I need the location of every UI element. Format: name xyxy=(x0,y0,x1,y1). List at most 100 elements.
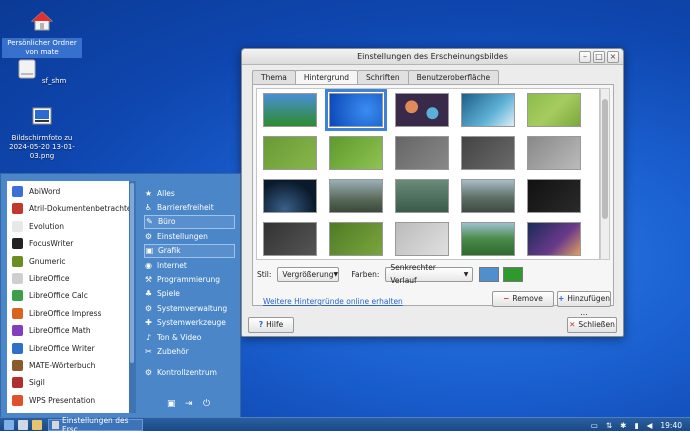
network-icon[interactable]: ⇅ xyxy=(606,421,612,430)
desktop-icon-label: Bildschirmfoto zu 2024-05-20 13-01-03.pn… xyxy=(9,134,75,160)
wallpaper-thumb[interactable] xyxy=(527,179,581,213)
app-item[interactable]: Gnumeric xyxy=(7,253,129,270)
wallpaper-thumb[interactable] xyxy=(461,222,515,256)
category-item[interactable]: ✚ Systemwerkzeuge xyxy=(144,316,235,330)
app-item[interactable]: Sigil xyxy=(7,374,129,391)
app-item[interactable]: FocusWriter xyxy=(7,235,129,252)
battery-icon[interactable]: ▮ xyxy=(634,421,638,430)
category-item[interactable]: ⚙ Einstellungen xyxy=(144,229,235,243)
add-button[interactable]: + Hinzufügen ... xyxy=(557,291,611,317)
lock-screen-icon[interactable]: ▣ xyxy=(167,399,176,409)
category-icon: ▣ xyxy=(145,246,154,256)
appearance-preferences-window: Einstellungen des Erscheinungsbildes – □… xyxy=(241,48,624,337)
category-icon: ♣ xyxy=(144,289,153,299)
desktop-icon-screenshot[interactable]: Bildschirmfoto zu 2024-05-20 13-01-03.pn… xyxy=(2,105,82,162)
wallpaper-thumb[interactable] xyxy=(461,93,515,127)
chevron-down-icon: ▼ xyxy=(333,270,339,278)
wallpaper-thumb[interactable] xyxy=(395,179,449,213)
close-window-button[interactable]: × xyxy=(607,51,619,63)
wallpaper-thumb[interactable] xyxy=(263,179,317,213)
show-desktop-icon[interactable] xyxy=(18,419,28,430)
power-icon[interactable]: ⏻ xyxy=(203,399,210,409)
wallpaper-thumb[interactable] xyxy=(461,136,515,170)
more-backgrounds-link[interactable]: Weitere Hintergründe online erhalten xyxy=(263,297,403,306)
help-button[interactable]: ? Hilfe xyxy=(248,317,294,333)
close-button[interactable]: ✕ Schließen xyxy=(567,317,617,333)
wallpaper-thumb[interactable] xyxy=(527,222,581,256)
logout-icon[interactable]: ⇥ xyxy=(185,399,193,409)
app-item[interactable]: LibreOffice xyxy=(7,270,129,287)
wallpaper-thumb[interactable] xyxy=(329,179,383,213)
wallpaper-gallery[interactable] xyxy=(256,88,600,260)
wallpaper-thumb[interactable] xyxy=(527,93,581,127)
category-item[interactable]: ▣ Grafik xyxy=(144,243,235,258)
category-icon: ⚙ xyxy=(144,231,153,241)
tab-hintergrund[interactable]: Hintergrund xyxy=(294,70,358,85)
maximize-button[interactable]: □ xyxy=(593,51,605,63)
wallpaper-thumb[interactable] xyxy=(329,222,383,256)
wallpaper-thumb[interactable] xyxy=(395,93,449,127)
evolution-icon xyxy=(12,220,23,232)
window-titlebar[interactable]: Einstellungen des Erscheinungsbildes – □… xyxy=(242,49,623,65)
category-label: Barrierefreiheit xyxy=(157,202,214,212)
desktop-icon-label: Persönlicher Ordner von mate xyxy=(2,38,82,58)
category-item[interactable]: ⚙ Systemverwaltung xyxy=(144,301,235,315)
category-item[interactable]: ◉ Internet xyxy=(144,258,235,272)
wallpaper-thumb[interactable] xyxy=(263,93,317,127)
category-item[interactable]: ♿ Barrierefreiheit xyxy=(144,200,235,214)
category-item[interactable]: ✂ Zubehör xyxy=(144,344,235,358)
focuswriter-icon xyxy=(12,238,23,250)
app-item[interactable]: LibreOffice Calc xyxy=(7,287,129,304)
style-combobox[interactable]: Vergrößerung ▼ xyxy=(277,266,340,282)
taskbar-window-item[interactable]: Einstellungen des Ersc... xyxy=(48,416,143,431)
category-icon: ◉ xyxy=(145,260,152,270)
category-item[interactable]: ★ Alles xyxy=(144,186,235,200)
app-item[interactable]: WPS Presentation xyxy=(7,392,129,409)
app-item[interactable]: LibreOffice Impress xyxy=(7,305,129,322)
clock[interactable]: 19:40 xyxy=(660,421,682,430)
category-item[interactable]: ♪ Ton & Video xyxy=(144,330,235,344)
app-item[interactable]: AbiWord xyxy=(7,183,129,200)
wallpaper-thumb[interactable] xyxy=(263,136,317,170)
wallpaper-thumb[interactable] xyxy=(395,136,449,170)
app-item[interactable]: Evolution xyxy=(7,218,129,235)
app-item[interactable]: LibreOffice Writer xyxy=(7,340,129,357)
category-item[interactable]: ✎ Büro xyxy=(144,214,235,229)
tab-thema[interactable]: Thema xyxy=(252,70,296,84)
desktop-icon-sf-shm[interactable]: sf_shm xyxy=(2,58,82,87)
category-item[interactable]: ⚒ Programmierung xyxy=(144,272,235,286)
file-manager-icon[interactable] xyxy=(32,419,42,430)
app-item[interactable]: Atril-Dokumentenbetrachter xyxy=(7,200,135,217)
remove-button[interactable]: − Remove xyxy=(492,291,554,307)
app-list-scrollbar[interactable] xyxy=(129,181,136,413)
category-item[interactable]: ♣ Spiele xyxy=(144,287,235,301)
desktop-icon-home[interactable]: Persönlicher Ordner von mate xyxy=(2,10,82,58)
help-icon: ? xyxy=(258,320,264,329)
remove-icon: − xyxy=(503,294,510,303)
category-icon: ⚙ xyxy=(144,303,153,313)
bluetooth-icon[interactable]: ✱ xyxy=(620,421,626,430)
gallery-scrollbar[interactable] xyxy=(600,88,610,260)
primary-color-button[interactable] xyxy=(479,266,500,282)
category-label: Programmierung xyxy=(157,274,220,284)
wallpaper-thumb[interactable] xyxy=(263,222,317,256)
wallpaper-thumb[interactable] xyxy=(329,136,383,170)
category-item[interactable]: ⚙ Kontrollzentrum xyxy=(144,365,235,379)
secondary-color-button[interactable] xyxy=(503,266,524,282)
menu-icon[interactable] xyxy=(4,419,14,430)
tab-schriften[interactable]: Schriften xyxy=(356,70,409,84)
minimize-button[interactable]: – xyxy=(579,51,591,63)
tab-benutzeroberflaeche[interactable]: Benutzeroberfläche xyxy=(407,70,500,84)
volume-icon[interactable]: ◀ xyxy=(647,421,653,430)
app-item[interactable]: MATE-Wörterbuch xyxy=(7,357,129,374)
wallpaper-thumb[interactable] xyxy=(461,179,515,213)
wallpaper-thumb[interactable] xyxy=(395,222,449,256)
category-icon: ⚙ xyxy=(144,367,153,377)
wallpaper-thumb-selected[interactable] xyxy=(325,89,387,131)
app-item[interactable]: LibreOffice Math xyxy=(7,322,129,339)
notes-icon[interactable]: ▭ xyxy=(591,421,598,430)
colors-combobox[interactable]: Senkrechter Verlauf ▼ xyxy=(385,263,474,285)
wallpaper-thumb[interactable] xyxy=(527,136,581,170)
system-tray: ▭ ⇅ ✱ ▮ ◀ 19:40 xyxy=(591,418,682,431)
libreoffice-icon xyxy=(12,273,23,284)
